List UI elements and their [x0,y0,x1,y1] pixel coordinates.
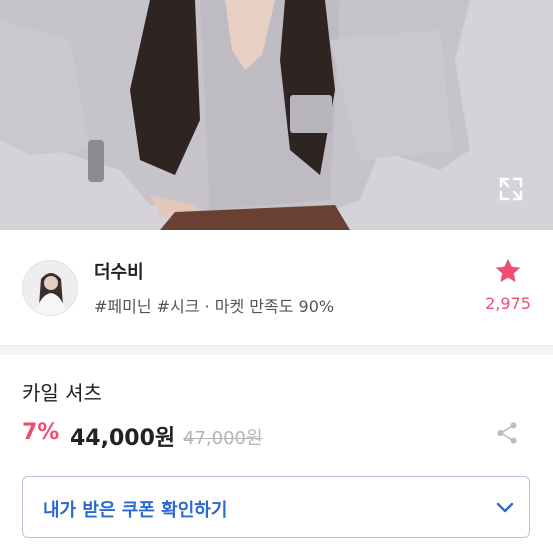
store-name[interactable]: 더수비 [94,258,144,284]
original-price: 47,000원 [183,428,263,449]
star-icon [495,258,521,283]
product-name: 카일 셔츠 [22,381,102,405]
share-icon[interactable] [494,420,520,446]
store-avatar[interactable] [22,260,78,316]
section-divider [0,345,553,355]
chevron-down-icon [496,502,514,513]
favorite-count: 2,975 [485,294,531,313]
sale-price: 44,000원 [70,426,176,451]
product-photo [0,0,553,230]
product-image[interactable] [0,0,553,230]
coupon-label: 내가 받은 쿠폰 확인하기 [43,500,228,521]
coupon-check-button[interactable]: 내가 받은 쿠폰 확인하기 [22,476,530,538]
store-info [0,230,553,345]
favorite-button[interactable]: 2,975 [478,256,538,318]
store-tags: #페미닌 #시크 · 마켓 만족도 90% [94,297,335,316]
avatar-image [23,261,77,315]
expand-icon[interactable] [496,174,526,204]
discount-rate: 7% [22,420,60,445]
